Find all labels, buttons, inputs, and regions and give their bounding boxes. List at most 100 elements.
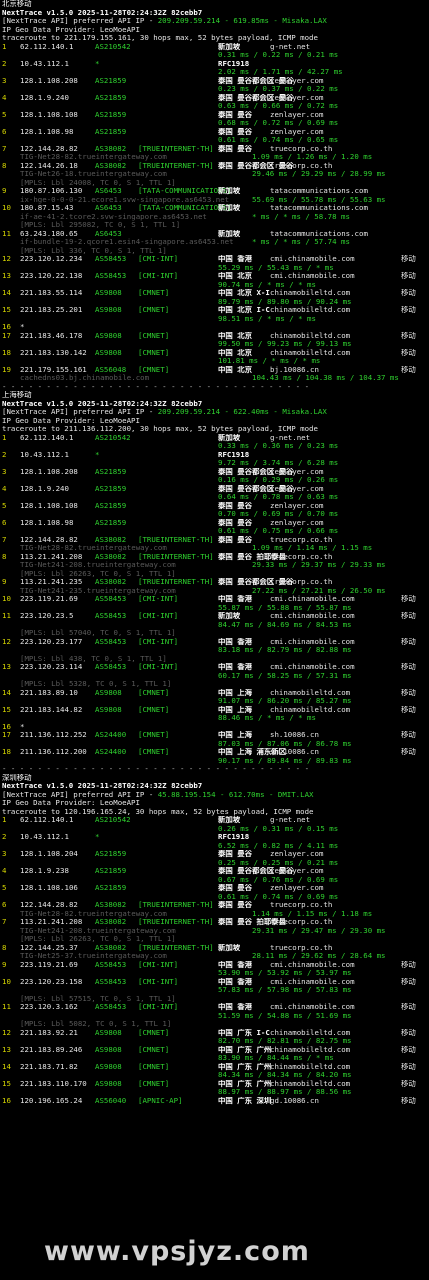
hop-asn: AS58453	[95, 663, 127, 671]
mpls-label: [MPLS: Lbl 295082, TC 0, S 1, TTL 1]	[20, 221, 181, 229]
hop-rtt: 28.11 ms / 29.62 ms / 28.64 ms	[252, 952, 386, 960]
hop-geo: 泰国 曼谷	[218, 884, 253, 892]
hop-host: g-net.net	[270, 816, 311, 824]
hop-geo: 中国 上海	[218, 731, 253, 739]
hop-asn: AS6453	[95, 229, 122, 238]
tool-version: NextTrace v1.5.0 2025-11-28T02:24:32Z 82…	[2, 782, 203, 790]
hop-network-tag: [CMI-INT]	[138, 612, 179, 620]
hop-host: zenlayer.com	[270, 867, 324, 875]
hop-rtt: 60.17 ms / 58.25 ms / 57.31 ms	[218, 671, 352, 680]
hop-geo: 新加坡	[218, 433, 241, 442]
hop-asn: AS9808	[95, 1028, 122, 1037]
hop-row: 10 223.119.21.69 AS58453 [CMI-INT] 中国 香港 cmi.…	[2, 595, 429, 604]
hop-asn: AS6453	[95, 187, 122, 195]
hop-ptr-hostname: TIG-Net28-82.trueintergateway.com	[20, 544, 167, 552]
hop-ip: 63.243.180.65	[20, 229, 78, 238]
hop-host: tatacommunications.com	[270, 204, 368, 212]
hop-row: 15 221.183.144.82 AS9808 [CMNET] 中国 上海 chinam…	[2, 706, 429, 715]
hop-geo: 中国 广东 I-C	[218, 1028, 270, 1037]
hop-asn: AS38082	[95, 552, 127, 561]
hop-ip: 221.183.71.82	[20, 1062, 78, 1071]
hop-row: 11 223.120.3.162 AS58453 [CMI-INT] 中国 香港 cmi.…	[2, 1003, 429, 1012]
hop-asn: AS56040	[95, 1096, 127, 1105]
hop-geo: 中国 香港	[218, 595, 253, 603]
hop-network-tag: [CMNET]	[138, 1028, 170, 1037]
hop-asn: AS24400	[95, 748, 127, 756]
hop-asn: AS21859	[95, 501, 127, 510]
hop-host: chinamobileltd.com	[270, 331, 351, 340]
hop-network-tag: [CMNET]	[138, 1079, 170, 1088]
hop-row: 13 223.120.23.114 AS58453 [CMI-INT] 中国 香港 cmi…	[2, 663, 429, 672]
api-line: [NextTrace API] preferred API IP - 45.88…	[2, 791, 429, 800]
hop-rtt: 0.61 ms / 0.74 ms / 0.69 ms	[218, 892, 339, 901]
hop-asn: AS210542	[95, 816, 131, 824]
hop-isp: 移动	[401, 1003, 416, 1011]
hop-asn: AS58453	[95, 637, 127, 646]
hop-rtt: 55.69 ms / 55.78 ms / 55.63 ms	[252, 195, 386, 204]
hop-ip: 223.120.3.162	[20, 1003, 78, 1011]
hop-geo: 泰国 曼谷	[218, 501, 253, 510]
hop-number: 12	[2, 637, 11, 646]
hop-ip: 62.112.140.1	[20, 816, 74, 824]
hop-rtt: 27.22 ms / 27.21 ms / 26.50 ms	[252, 586, 386, 595]
hop-host: zenlayer.com	[270, 884, 324, 892]
hop-row: 13 223.120.22.138 AS58453 [CMI-INT] 中国 北京 cmi…	[2, 272, 429, 281]
hop-host: chinamobileltd.com	[270, 348, 351, 357]
hop-asn: AS21859	[95, 76, 127, 85]
hop-ip: 128.1.108.98	[20, 518, 74, 527]
hop-ip: 221.183.25.201	[20, 306, 83, 314]
hop-isp: 移动	[401, 306, 416, 314]
hop-ip: 122.144.26.18	[20, 161, 78, 170]
hop-rtt: 0.64 ms / 0.78 ms / 0.63 ms	[218, 493, 339, 501]
hop-ip: 223.120.23.177	[20, 637, 83, 646]
hop-geo: 中国 广东 广州	[218, 1045, 272, 1054]
hop-row: 4 128.1.9.240 AS21859 泰国 曼谷都会区 曼谷 zenlayer.c…	[2, 485, 429, 494]
hop-number: 18	[2, 348, 11, 357]
hop-rtt: 84.47 ms / 84.69 ms / 84.53 ms	[218, 620, 352, 629]
hop-row: 2 10.43.112.1 * RFC1918	[2, 833, 429, 842]
hop-ptr-row: TIG-Net28-82.trueintergateway.com 1.09 ms…	[2, 153, 429, 162]
hop-row: 1 62.112.140.1 AS210542 新加坡 g-net.net	[2, 43, 429, 52]
hop-ip: 180.87.106.130	[20, 187, 83, 195]
hop-isp: 移动	[401, 612, 416, 620]
hop-ip: 128.1.9.240	[20, 93, 69, 102]
hop-ptr-row: TIG-Net28-82.trueintergateway.com 1.09 ms…	[2, 544, 429, 553]
hop-number: 7	[2, 918, 7, 926]
hop-ip: 10.43.112.1	[20, 59, 69, 68]
hop-rtt: 6.52 ms / 0.82 ms / 4.11 ms	[218, 841, 339, 850]
hop-asn: AS38082	[95, 578, 127, 586]
hop-rtt: 0.61 ms / 0.75 ms / 0.66 ms	[218, 527, 339, 535]
hop-ip: 10.43.112.1	[20, 450, 69, 459]
hop-network-tag: [APNIC-AP]	[138, 1096, 183, 1105]
hop-network-tag: [CMNET]	[138, 731, 170, 739]
hop-rtt: 84.34 ms / 84.34 ms / 84.20 ms	[218, 1071, 352, 1079]
hop-host: chinamobileltd.com	[270, 306, 351, 314]
hop-host: chinamobileltd.com	[270, 705, 351, 714]
hop-row: 1 62.112.140.1 AS210542 新加坡 g-net.net	[2, 434, 429, 443]
hop-rtt: 83.90 ms / 84.44 ms / * ms	[218, 1054, 334, 1062]
hop-number: 8	[2, 943, 7, 952]
hop-asn: AS9808	[95, 1062, 122, 1071]
hop-ip: 62.112.140.1	[20, 42, 74, 51]
hop-ip: 221.179.155.161	[20, 365, 87, 374]
hop-number: 15	[2, 306, 11, 314]
hop-host: sh.10086.cn	[270, 731, 319, 739]
hop-network-tag: [CMI-INT]	[138, 637, 179, 646]
section-separator: - - - - - - - - - - - - - - - - - - - - …	[2, 382, 310, 391]
hop-host: chinamobileltd.com	[270, 1045, 351, 1054]
hop-asn: AS9808	[95, 331, 122, 340]
traceroute-command: traceroute to 211.136.112.200, 30 hops m…	[2, 425, 318, 433]
hop-network-tag: [CMI-INT]	[138, 595, 179, 603]
hop-rtt: 53.90 ms / 53.92 ms / 53.97 ms	[218, 969, 352, 977]
hop-rtt: 88.46 ms / * ms / * ms	[218, 714, 316, 722]
hop-ip: 10.43.112.1	[20, 833, 69, 841]
hop-asn: AS58453	[95, 1003, 127, 1011]
hop-number: 4	[2, 867, 7, 875]
hop-geo: 泰国 曼谷	[218, 535, 253, 544]
hop-network-tag: [CMNET]	[138, 365, 170, 374]
hop-isp: 移动	[401, 1045, 416, 1054]
hop-row: 13 221.183.89.246 AS9808 [CMNET] 中国 广东 广州 chi…	[2, 1046, 429, 1055]
hop-ip: 113.21.241.235	[20, 578, 83, 586]
hop-row: 2 10.43.112.1 * RFC1918	[2, 60, 429, 69]
hop-geo: 新加坡	[218, 816, 241, 824]
